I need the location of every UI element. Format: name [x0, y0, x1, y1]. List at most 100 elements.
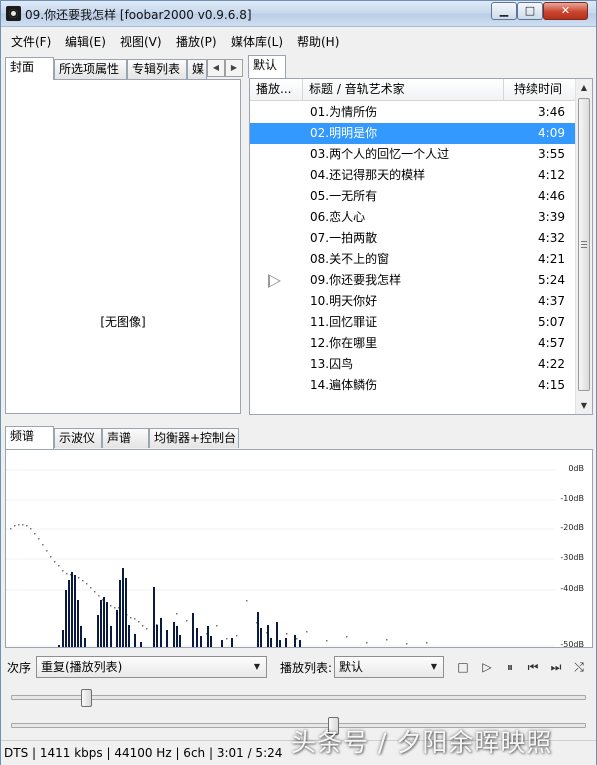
spectrum-bar: [140, 642, 142, 647]
menu-playback[interactable]: 播放(P): [176, 33, 217, 50]
tab-cover[interactable]: 封面: [5, 57, 54, 80]
spectrum-peak-dot: [216, 625, 218, 627]
playlist-row[interactable]: 06.恋人心 3:39: [250, 207, 577, 228]
playlist-row[interactable]: 09.你还要我怎样 5:24: [250, 270, 577, 291]
playlist-tab-strip: 默认: [248, 55, 593, 78]
playlist-row[interactable]: 03.两个人的回忆一个人过 3:55: [250, 144, 577, 165]
playlist-row[interactable]: 07.一拍两散 4:32: [250, 228, 577, 249]
db-label-10: -10dB: [560, 494, 584, 503]
db-label-50: -50dB: [560, 640, 584, 648]
maximize-button[interactable]: □: [517, 2, 543, 20]
menu-view[interactable]: 视图(V): [120, 33, 162, 50]
chevron-right-icon[interactable]: ▶: [225, 59, 243, 77]
spectrum-bar: [231, 638, 233, 647]
spectrum-bar: [128, 625, 130, 647]
order-select-value: 重复(播放列表): [41, 660, 123, 674]
scroll-up-icon[interactable]: ▲: [576, 79, 592, 96]
spectrum-peak-dot: [30, 528, 32, 530]
title-bar[interactable]: 09.你还要我怎样 [foobar2000 v0.9.6.8] ▁ □ ✕: [1, 1, 596, 27]
tab-selection-properties[interactable]: 所选项属性: [54, 59, 127, 79]
status-text: DTS | 1411 kbps | 44100 Hz | 6ch | 3:01 …: [4, 746, 283, 760]
spectrum-peak-dot: [22, 524, 24, 526]
track-duration: 4:57: [538, 336, 565, 350]
playlist-row[interactable]: 10.明天你好 4:37: [250, 291, 577, 312]
grip-icon: [581, 240, 587, 248]
spectrum-bar: [267, 625, 269, 647]
track-duration: 4:46: [538, 189, 565, 203]
spectrum-peak-dot: [366, 642, 368, 644]
order-select[interactable]: 重复(播放列表) ▼: [36, 656, 267, 678]
track-duration: 4:15: [538, 378, 565, 392]
spectrum-bar: [210, 636, 212, 647]
spectrum-peak-dot: [426, 642, 428, 644]
spectrum-bar: [62, 630, 64, 647]
tab-album-list[interactable]: 专辑列表: [127, 59, 187, 79]
close-button[interactable]: ✕: [543, 2, 588, 20]
no-image-label: [无图像]: [100, 315, 146, 329]
spectrum-bar: [110, 626, 112, 647]
playlist-scrollbar[interactable]: ▲ ▼: [575, 79, 592, 414]
menu-file[interactable]: 文件(F): [11, 33, 51, 50]
watermark-text: 头条号 / 夕阳余晖映照: [291, 728, 553, 757]
tab-spectrogram[interactable]: 声谱: [102, 428, 149, 448]
spectrum-peak-dot: [226, 638, 228, 640]
track-title: 03.两个人的回忆一个人过: [310, 147, 450, 161]
playlist-row[interactable]: 11.回忆罪证 5:07: [250, 312, 577, 333]
column-title-artist[interactable]: 标题 / 音轨艺术家: [303, 79, 504, 101]
playlist-row[interactable]: 05.一无所有 4:46: [250, 186, 577, 207]
spectrum-bar: [276, 622, 278, 647]
playlist-row[interactable]: 14.遍体鳞伤 4:15: [250, 375, 577, 392]
playlist-row[interactable]: 04.还记得那天的模样 4:12: [250, 165, 577, 186]
spectrum-peak-dot: [50, 556, 52, 558]
playlist-row[interactable]: 02.明明是你 4:09: [250, 123, 577, 144]
tab-equalizer-console[interactable]: 均衡器+控制台: [149, 428, 239, 448]
spectrum-bar: [166, 630, 168, 647]
scrollbar-thumb[interactable]: [578, 98, 590, 391]
close-icon: ✕: [560, 4, 571, 17]
volume-track[interactable]: [11, 695, 586, 700]
menu-library[interactable]: 媒体库(L): [231, 33, 283, 50]
tab-playlist-default[interactable]: 默认: [248, 55, 286, 78]
playlist-row[interactable]: 01.为情所伤 3:46: [250, 102, 577, 123]
spectrum-peak-dot: [176, 613, 178, 615]
play-button[interactable]: ▷: [478, 658, 496, 676]
left-tab-strip: 封面 所选项属性 专辑列表 媒 ◀ ▶: [5, 57, 245, 80]
minimize-button[interactable]: ▁: [491, 2, 517, 20]
spectrum-bar: [68, 580, 70, 647]
spectrum-peak-dot: [58, 565, 60, 567]
column-duration[interactable]: 持续时间: [504, 79, 577, 101]
spectrum-peak-dot: [86, 583, 88, 585]
track-duration: 5:24: [538, 273, 565, 287]
track-duration: 5:07: [538, 315, 565, 329]
spectrum-peak-dot: [98, 595, 100, 597]
column-playing[interactable]: 播放...: [250, 79, 303, 101]
next-button[interactable]: ⏭: [547, 658, 565, 676]
maximize-icon: □: [524, 4, 536, 17]
spectrum-peak-dot: [134, 618, 136, 620]
spectrum-bar: [173, 622, 175, 647]
tab-scroll-arrows[interactable]: ◀ ▶: [207, 59, 243, 77]
menu-help[interactable]: 帮助(H): [297, 33, 339, 50]
stop-button[interactable]: □: [454, 658, 472, 676]
playlist-row[interactable]: 13.囚鸟 4:22: [250, 354, 577, 375]
track-title: 06.恋人心: [310, 210, 366, 224]
playlist-row[interactable]: 12.你在哪里 4:57: [250, 333, 577, 354]
tab-spectrum[interactable]: 频谱: [5, 426, 54, 449]
spectrum-peak-dot: [114, 607, 116, 609]
playlist-select[interactable]: 默认 ▼: [334, 656, 444, 678]
scroll-down-icon[interactable]: ▼: [576, 397, 592, 414]
chevron-left-icon[interactable]: ◀: [207, 59, 225, 77]
pause-button[interactable]: ⏸: [501, 658, 519, 676]
volume-slider-thumb[interactable]: [80, 689, 92, 707]
tab-oscilloscope[interactable]: 示波仪: [54, 428, 102, 448]
spectrum-peak-dot: [14, 525, 16, 527]
previous-button[interactable]: ⏮: [524, 658, 542, 676]
track-duration: 4:12: [538, 168, 565, 182]
spectrum-bar: [299, 640, 301, 647]
playlist-row[interactable]: 08.关不上的窗 4:21: [250, 249, 577, 270]
random-button[interactable]: ⤭: [570, 658, 588, 676]
spectrum-bar: [119, 580, 121, 647]
tab-media-truncated[interactable]: 媒: [187, 59, 207, 79]
track-duration: 4:09: [538, 126, 565, 140]
menu-edit[interactable]: 编辑(E): [65, 33, 106, 50]
